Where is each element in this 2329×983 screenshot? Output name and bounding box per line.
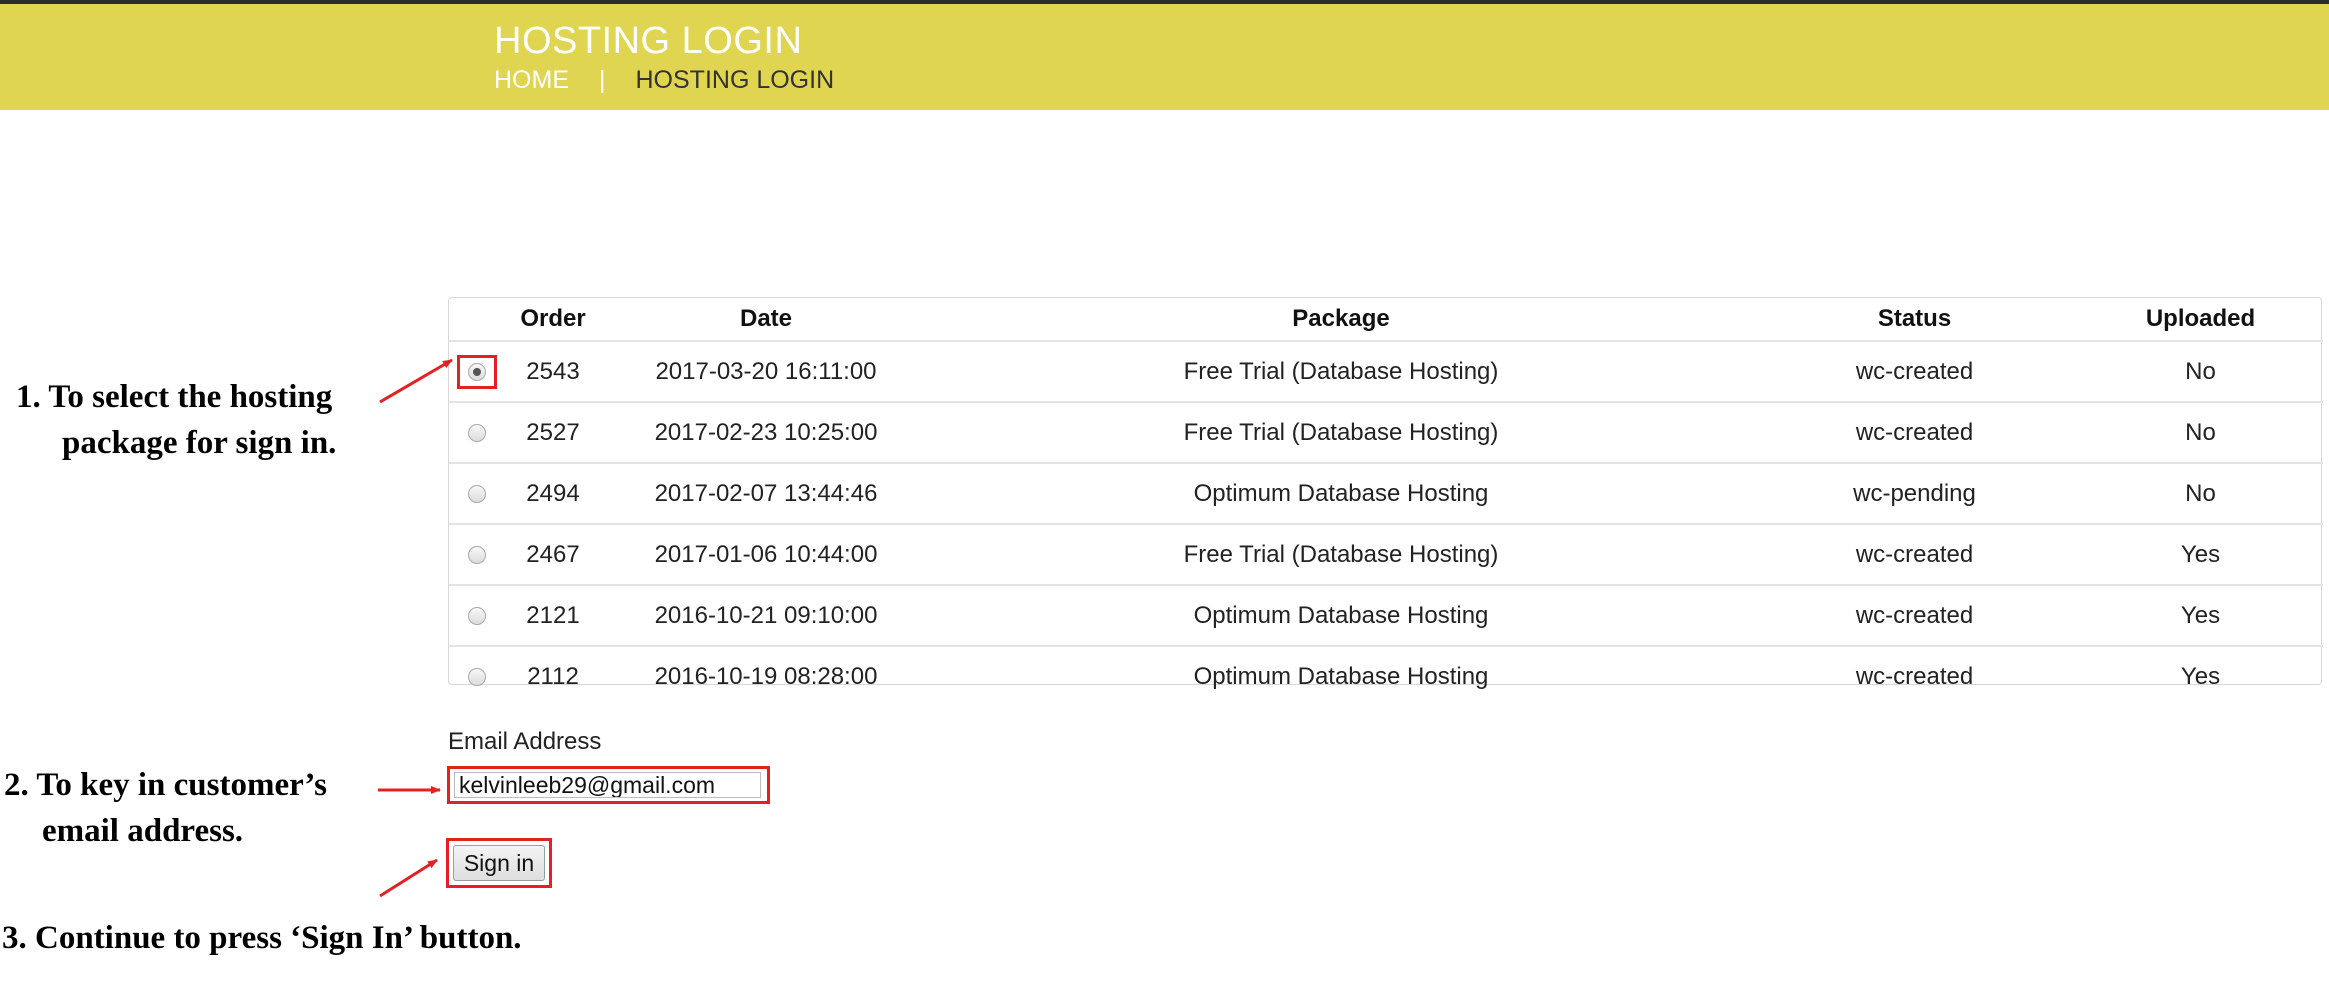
orders-table: Order Date Package Status Uploaded 2543 …: [448, 297, 2323, 706]
order-radio-button[interactable]: [468, 546, 486, 565]
order-uploaded: Yes: [2078, 645, 2323, 706]
order-date: 2017-02-07 13:44:46: [601, 462, 931, 524]
order-radio-button[interactable]: [468, 668, 486, 687]
row-select-cell: [449, 645, 505, 706]
page-title: HOSTING LOGIN: [494, 20, 803, 62]
order-package: Optimum Database Hosting: [931, 584, 1751, 646]
breadcrumb-separator: |: [599, 66, 606, 94]
row-select-cell: [449, 462, 505, 524]
table-row[interactable]: 2494 2017-02-07 13:44:46 Optimum Databas…: [449, 462, 2323, 524]
order-number: 2543: [505, 340, 601, 402]
table-row[interactable]: 2527 2017-02-23 10:25:00 Free Trial (Dat…: [449, 401, 2323, 463]
order-uploaded: No: [2078, 462, 2323, 524]
column-header-order: Order: [520, 305, 586, 332]
order-package: Optimum Database Hosting: [931, 645, 1751, 706]
order-status: wc-created: [1751, 584, 2078, 646]
breadcrumb-home-link[interactable]: HOME: [494, 66, 569, 95]
row-select-cell: [449, 584, 505, 646]
signin-highlight-box: Sign in: [446, 838, 552, 888]
page-header: HOSTING LOGIN HOME | HOSTING LOGIN: [0, 4, 2329, 110]
order-uploaded: Yes: [2078, 523, 2323, 585]
order-status: wc-created: [1751, 523, 2078, 585]
annotation-step3: 3. Continue to press ‘Sign In’ button.: [2, 920, 522, 956]
email-input[interactable]: [454, 772, 761, 798]
selection-highlight: [457, 354, 497, 389]
order-uploaded: Yes: [2078, 584, 2323, 646]
order-status: wc-created: [1751, 401, 2078, 463]
order-package: Optimum Database Hosting: [931, 462, 1751, 524]
row-select-cell: [449, 340, 505, 402]
table-header-row: Order Date Package Status Uploaded: [449, 298, 2323, 341]
annotation-step1-line2: package for sign in.: [62, 425, 337, 461]
order-radio-button[interactable]: [468, 362, 486, 381]
order-package: Free Trial (Database Hosting): [931, 523, 1751, 585]
column-header-date: Date: [739, 305, 793, 332]
annotation-step2-line1: 2. To key in customer’s: [4, 767, 327, 803]
annotation-step2-line2: email address.: [42, 813, 244, 849]
order-radio-button[interactable]: [468, 607, 486, 626]
column-header-uploaded: Uploaded: [2145, 305, 2256, 332]
order-uploaded: No: [2078, 340, 2323, 402]
order-date: 2016-10-21 09:10:00: [601, 584, 931, 646]
order-package: Free Trial (Database Hosting): [931, 340, 1751, 402]
order-radio-button[interactable]: [468, 424, 486, 443]
breadcrumb: HOME | HOSTING LOGIN: [494, 66, 834, 95]
row-select-cell: [449, 523, 505, 585]
column-header-package: Package: [1292, 305, 1390, 332]
arrow-step3: [379, 858, 438, 898]
order-status: wc-created: [1751, 645, 2078, 706]
order-number: 2467: [505, 523, 601, 585]
order-uploaded: No: [2078, 401, 2323, 463]
order-status: wc-pending: [1751, 462, 2078, 524]
order-number: 2112: [505, 645, 601, 706]
arrow-step1: [379, 358, 453, 404]
column-header-status: Status: [1877, 305, 1952, 332]
order-number: 2121: [505, 584, 601, 646]
table-row[interactable]: 2112 2016-10-19 08:28:00 Optimum Databas…: [449, 645, 2323, 706]
row-select-cell: [449, 401, 505, 463]
order-radio-button[interactable]: [468, 485, 486, 504]
order-date: 2016-10-19 08:28:00: [601, 645, 931, 706]
email-highlight-box: [447, 766, 770, 804]
sign-in-button[interactable]: Sign in: [453, 845, 545, 881]
table-row[interactable]: 2121 2016-10-21 09:10:00 Optimum Databas…: [449, 584, 2323, 646]
order-date: 2017-01-06 10:44:00: [601, 523, 931, 585]
breadcrumb-current: HOSTING LOGIN: [635, 66, 835, 94]
order-package: Free Trial (Database Hosting): [931, 401, 1751, 463]
email-label: Email Address: [448, 728, 602, 755]
select-column-header: [449, 298, 505, 341]
order-date: 2017-02-23 10:25:00: [601, 401, 931, 463]
order-date: 2017-03-20 16:11:00: [601, 340, 931, 402]
order-number: 2527: [505, 401, 601, 463]
table-row[interactable]: 2467 2017-01-06 10:44:00 Free Trial (Dat…: [449, 523, 2323, 585]
order-status: wc-created: [1751, 340, 2078, 402]
order-number: 2494: [505, 462, 601, 524]
table-row[interactable]: 2543 2017-03-20 16:11:00 Free Trial (Dat…: [449, 340, 2323, 402]
annotation-step1-line1: 1. To select the hosting: [16, 379, 333, 415]
